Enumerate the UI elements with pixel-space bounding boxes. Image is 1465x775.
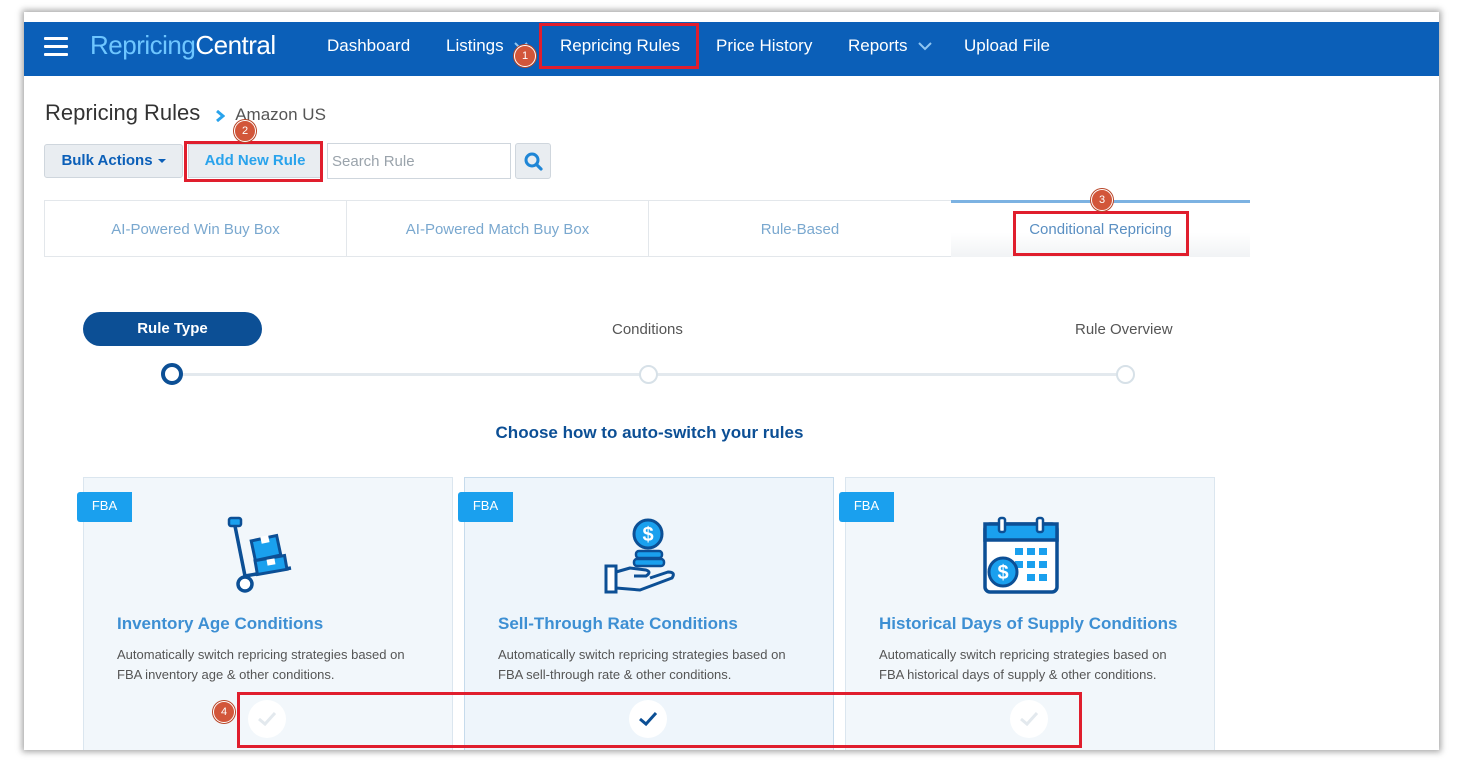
hamburger-menu-icon[interactable] xyxy=(44,37,68,57)
calendar-dollar-icon: $ xyxy=(983,516,1059,594)
check-icon xyxy=(258,711,277,727)
rule-type-tabs: AI-Powered Win Buy Box AI-Powered Match … xyxy=(44,200,1250,258)
step-rule-type[interactable]: Rule Type xyxy=(83,312,262,346)
card-description: Automatically switch repricing strategie… xyxy=(117,647,405,682)
search-rule-input[interactable] xyxy=(327,143,511,179)
annotation-badge-1: 1 xyxy=(514,45,536,67)
app-window: RepricingCentral Dashboard Listings Repr… xyxy=(24,12,1439,750)
logo-text-repricing: Repricing xyxy=(90,30,196,60)
annotation-badge-2: 2 xyxy=(234,120,256,142)
fba-badge: FBA xyxy=(77,492,132,522)
hand-truck-boxes-icon xyxy=(227,516,292,593)
nav-upload-file[interactable]: Upload File xyxy=(964,36,1050,56)
check-icon xyxy=(639,711,658,727)
card-historical-days-of-supply[interactable]: FBA $ Historical Days of Supply Conditio… xyxy=(839,477,1215,750)
card-sell-through-rate[interactable]: FBA $ Sell-Through Rate Conditions Autom… xyxy=(458,477,834,750)
step-indicator-overview xyxy=(1116,365,1135,384)
page-title: Repricing Rules xyxy=(45,100,201,125)
card-title: Inventory Age Conditions xyxy=(117,614,324,633)
breadcrumb: Repricing Rules Amazon US xyxy=(45,100,326,126)
top-navbar: RepricingCentral Dashboard Listings Repr… xyxy=(24,22,1439,76)
card-title: Historical Days of Supply Conditions xyxy=(879,614,1178,633)
fba-badge: FBA xyxy=(839,492,894,522)
card-description: Automatically switch repricing strategie… xyxy=(879,647,1167,682)
tab-rule-based[interactable]: Rule-Based xyxy=(648,200,952,257)
app-logo[interactable]: RepricingCentral xyxy=(90,30,276,61)
hand-coins-icon: $ xyxy=(604,518,675,594)
nav-repricing-rules[interactable]: Repricing Rules xyxy=(560,36,680,56)
select-checkmark[interactable] xyxy=(629,700,667,738)
nav-reports[interactable]: Reports xyxy=(848,36,932,56)
tab-ai-match-buy-box[interactable]: AI-Powered Match Buy Box xyxy=(346,200,649,257)
svg-text:$: $ xyxy=(642,524,653,546)
card-inventory-age[interactable]: FBA Inventory Age Conditions Automatical… xyxy=(77,477,453,750)
card-title: Sell-Through Rate Conditions xyxy=(498,614,738,633)
bulk-actions-button[interactable]: Bulk Actions xyxy=(44,144,183,178)
nav-price-history[interactable]: Price History xyxy=(716,36,812,56)
search-button[interactable] xyxy=(515,143,551,179)
step-rule-overview[interactable]: Rule Overview xyxy=(1075,321,1173,338)
add-new-rule-button[interactable]: Add New Rule xyxy=(188,144,322,178)
card-description: Automatically switch repricing strategie… xyxy=(498,647,786,682)
step-indicator-conditions xyxy=(639,365,658,384)
check-icon xyxy=(1020,711,1039,727)
annotation-badge-4: 4 xyxy=(213,701,235,723)
chevron-down-icon xyxy=(918,42,932,51)
section-heading: Choose how to auto-switch your rules xyxy=(495,423,804,442)
caret-down-icon xyxy=(157,159,166,164)
select-checkmark[interactable] xyxy=(1010,700,1048,738)
fba-badge: FBA xyxy=(458,492,513,522)
tab-ai-win-buy-box[interactable]: AI-Powered Win Buy Box xyxy=(44,200,347,257)
nav-dashboard[interactable]: Dashboard xyxy=(327,36,410,56)
search-icon xyxy=(524,152,543,171)
logo-text-central: Central xyxy=(195,30,276,60)
annotation-badge-3: 3 xyxy=(1091,189,1113,211)
svg-text:$: $ xyxy=(997,562,1008,584)
chevron-right-icon xyxy=(215,109,225,122)
select-checkmark[interactable] xyxy=(248,700,286,738)
step-indicator-current xyxy=(161,363,183,385)
step-conditions[interactable]: Conditions xyxy=(612,321,683,338)
